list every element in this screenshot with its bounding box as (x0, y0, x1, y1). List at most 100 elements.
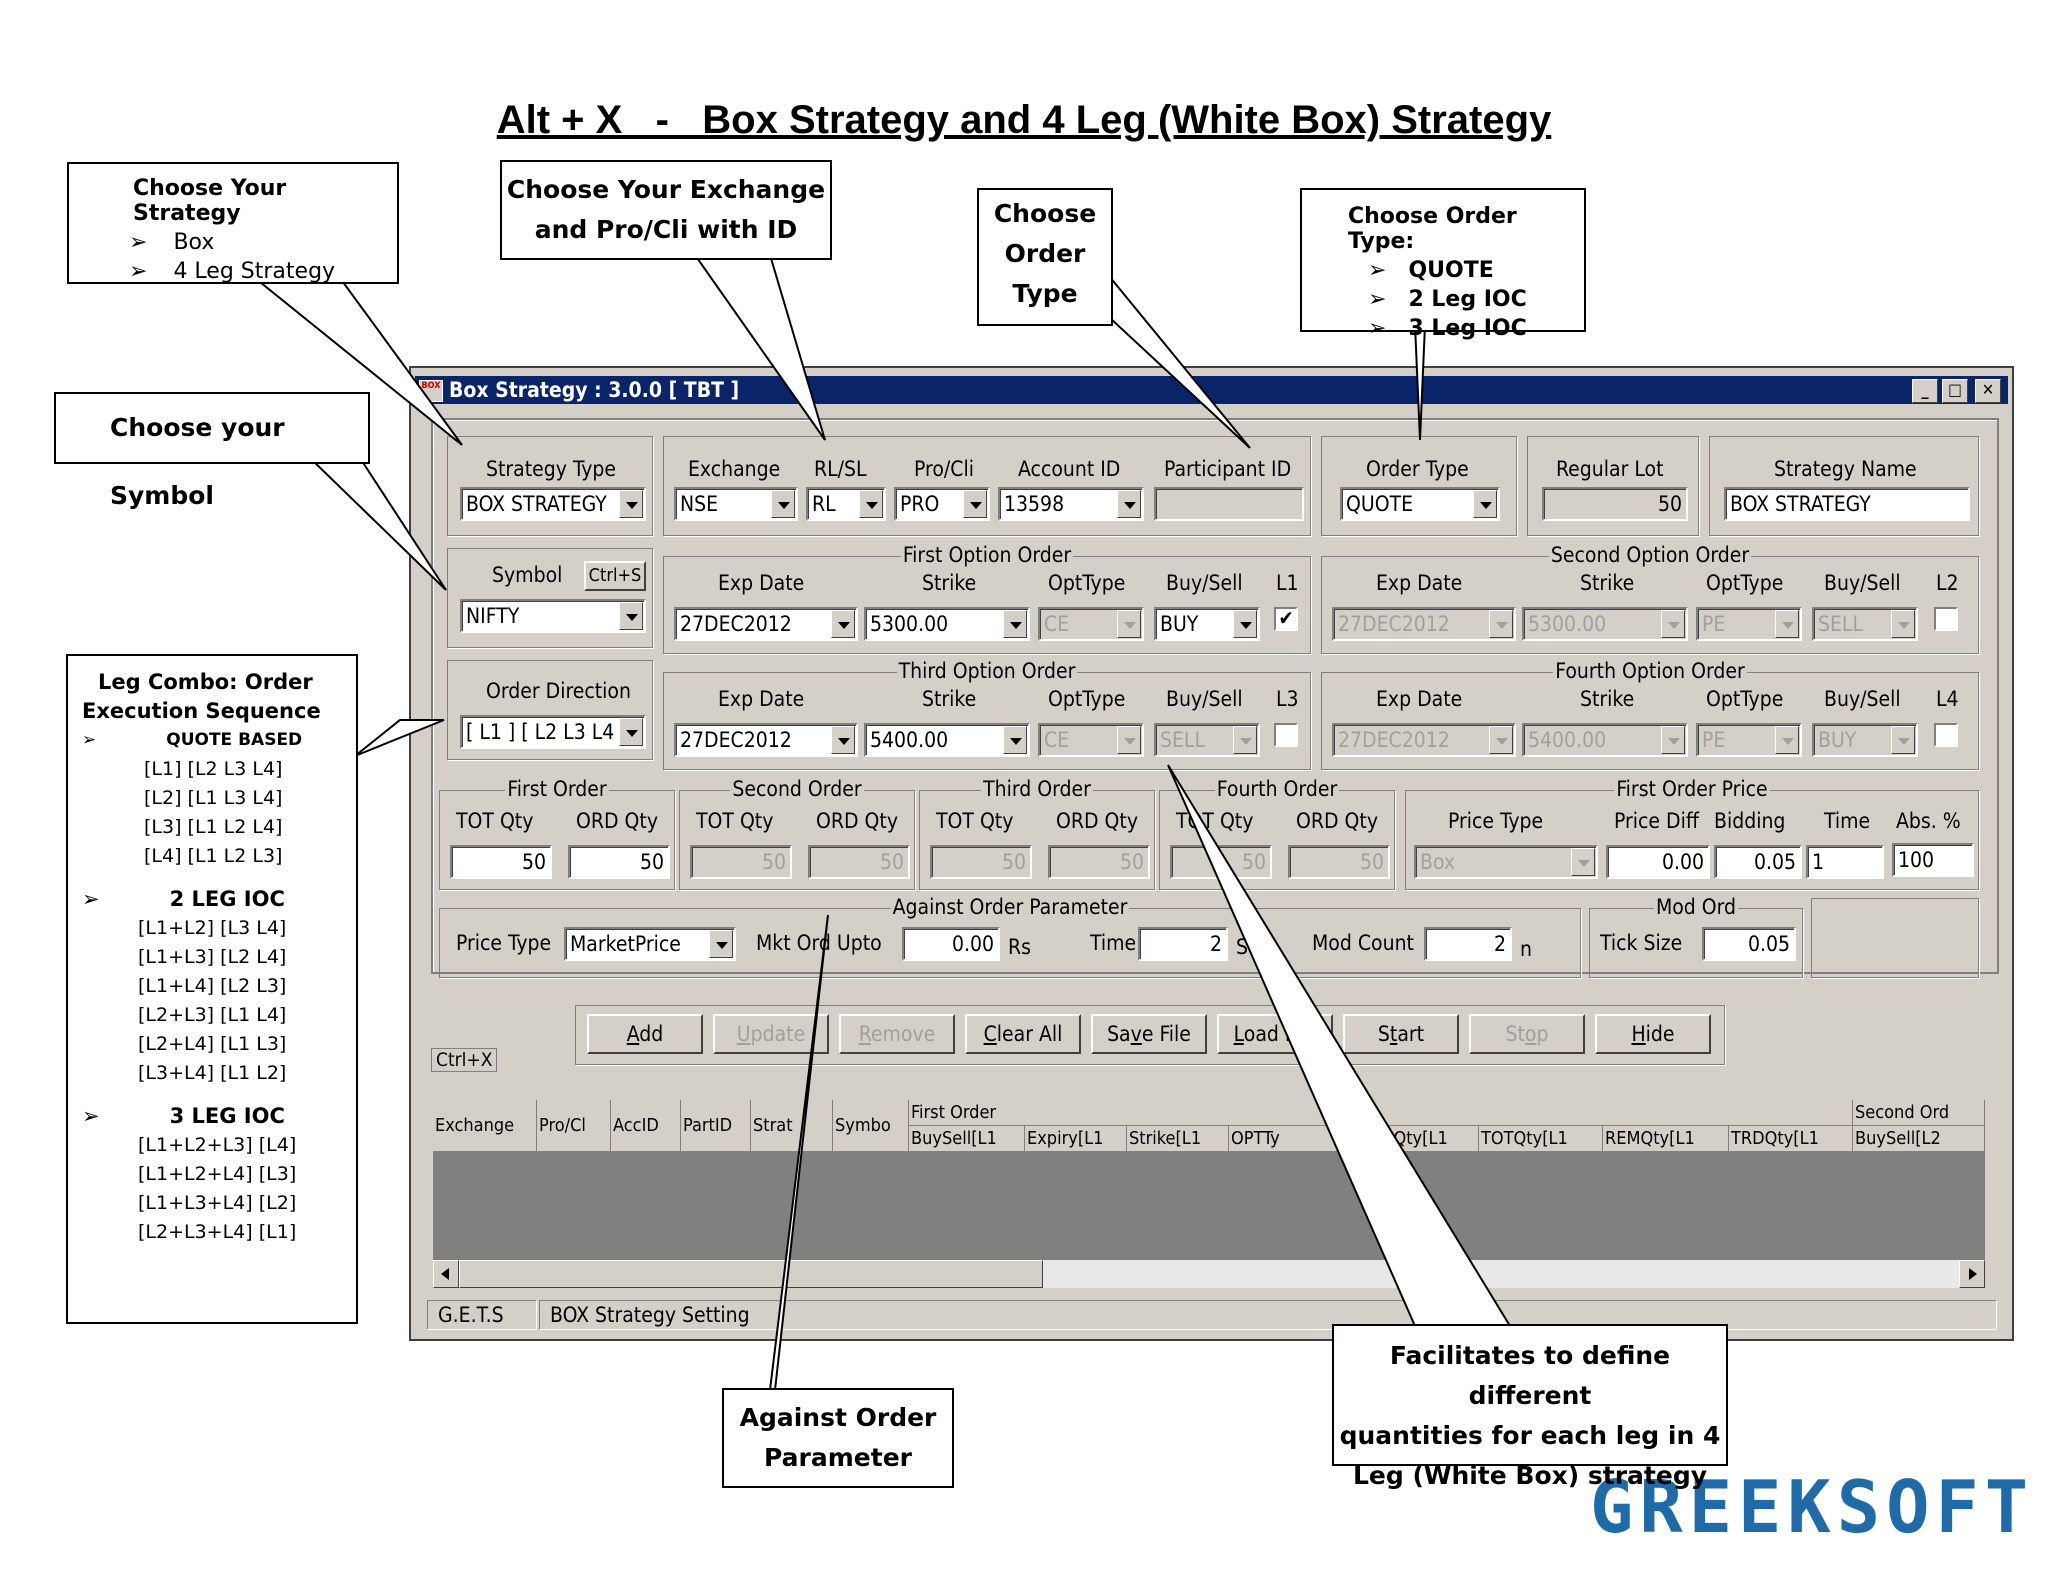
grid-header-strike-l1[interactable]: Strike[L1 (1127, 1126, 1229, 1152)
chevron-down-icon[interactable] (619, 718, 643, 746)
grid-header-buysell-l2[interactable]: BuySell[L2 (1853, 1126, 1985, 1152)
mkt-ord-upto-input[interactable]: 0.00 (902, 927, 1000, 961)
hide-button[interactable]: Hide (1595, 1014, 1711, 1054)
leg2-exp-date-select[interactable]: 27DEC2012 (1332, 607, 1516, 641)
price-diff-input[interactable]: 0.00 (1606, 845, 1710, 879)
grid-header-exchange[interactable]: Exchange (433, 1100, 537, 1152)
save-file-button[interactable]: Save File (1091, 1014, 1207, 1054)
chevron-down-icon[interactable] (859, 490, 883, 518)
grid-header-trdqty-l1[interactable]: TRDQty[L1 (1729, 1126, 1853, 1152)
fourth-order-ord-qty-input[interactable]: 50 (1288, 845, 1390, 879)
grid-header-buysell-l1[interactable]: BuySell[L1 (909, 1126, 1025, 1152)
leg3-exp-date-select[interactable]: 27DEC2012 (674, 723, 858, 757)
abs-percent-input[interactable]: 100 (1892, 843, 1974, 877)
leg4-opttype-select[interactable]: PE (1696, 723, 1802, 757)
symbol-shortcut-button[interactable]: Ctrl+S (584, 561, 646, 591)
rlsl-select[interactable]: RL (806, 487, 886, 521)
scroll-right-icon[interactable] (1959, 1260, 1985, 1288)
leg2-opttype-select[interactable]: PE (1696, 607, 1802, 641)
leg4-strike-select[interactable]: 5400.00 (1522, 723, 1688, 757)
symbol-select[interactable]: NIFTY (460, 599, 646, 633)
grid-header-ordqty-l1[interactable]: ORDQty[L1 (1355, 1126, 1479, 1152)
chevron-down-icon[interactable] (1775, 726, 1799, 754)
chevron-down-icon[interactable] (1003, 610, 1027, 638)
chevron-down-icon[interactable] (1233, 610, 1257, 638)
grid-header-expiry-l1[interactable]: Expiry[L1 (1025, 1126, 1127, 1152)
leg3-strike-select[interactable]: 5400.00 (864, 723, 1030, 757)
scroll-thumb[interactable] (459, 1260, 1043, 1288)
leg4-buysell-select[interactable]: BUY (1812, 723, 1918, 757)
leg3-buysell-select[interactable]: SELL (1154, 723, 1260, 757)
leg4-exp-date-select[interactable]: 27DEC2012 (1332, 723, 1516, 757)
chevron-down-icon[interactable] (1117, 610, 1141, 638)
chevron-down-icon[interactable] (619, 602, 643, 630)
chevron-down-icon[interactable] (771, 490, 795, 518)
fourth-order-tot-qty-input[interactable]: 50 (1170, 845, 1272, 879)
chevron-down-icon[interactable] (831, 610, 855, 638)
leg2-strike-select[interactable]: 5300.00 (1522, 607, 1688, 641)
third-order-tot-qty-input[interactable]: 50 (930, 845, 1032, 879)
grid-header-procli[interactable]: Pro/Cl (537, 1100, 611, 1152)
leg2-buysell-select[interactable]: SELL (1812, 607, 1918, 641)
chevron-down-icon[interactable] (1473, 490, 1497, 518)
chevron-down-icon[interactable] (1661, 610, 1685, 638)
scroll-left-icon[interactable] (433, 1260, 459, 1288)
chevron-down-icon[interactable] (1117, 490, 1141, 518)
against-price-type-select[interactable]: MarketPrice (564, 927, 736, 961)
grid-header-partid[interactable]: PartID (681, 1100, 751, 1152)
account-id-select[interactable]: 13598 (998, 487, 1144, 521)
chevron-down-icon[interactable] (831, 726, 855, 754)
tick-size-input[interactable]: 0.05 (1702, 927, 1796, 961)
chevron-down-icon[interactable] (1891, 726, 1915, 754)
first-order-ord-qty-input[interactable]: 50 (568, 845, 670, 879)
leg1-exp-date-select[interactable]: 27DEC2012 (674, 607, 858, 641)
grid-header-remqty-l1[interactable]: REMQty[L1 (1603, 1126, 1729, 1152)
horizontal-scrollbar[interactable] (433, 1260, 1985, 1288)
leg3-opttype-select[interactable]: CE (1038, 723, 1144, 757)
update-button[interactable]: Update (713, 1014, 829, 1054)
grid-header-symbol[interactable]: Symbo (833, 1100, 909, 1152)
clear-all-button[interactable]: Clear All (965, 1014, 1081, 1054)
mod-count-input[interactable]: 2 (1424, 927, 1512, 961)
grid-header-accid[interactable]: AccID (611, 1100, 681, 1152)
chevron-down-icon[interactable] (1003, 726, 1027, 754)
against-time-input[interactable]: 2 (1138, 927, 1228, 961)
leg1-checkbox[interactable]: ✔ (1274, 607, 1298, 631)
chevron-down-icon[interactable] (709, 930, 733, 958)
second-order-ord-qty-input[interactable]: 50 (808, 845, 910, 879)
close-icon[interactable]: ✕ (1975, 379, 2001, 403)
chevron-down-icon[interactable] (1571, 848, 1595, 876)
leg2-checkbox[interactable] (1934, 607, 1958, 631)
bidding-input[interactable]: 0.05 (1714, 845, 1802, 879)
remove-button[interactable]: Remove (839, 1014, 955, 1054)
procli-select[interactable]: PRO (894, 487, 990, 521)
chevron-down-icon[interactable] (619, 490, 643, 518)
exchange-select[interactable]: NSE (674, 487, 798, 521)
chevron-down-icon[interactable] (1891, 610, 1915, 638)
grid-header-opttype-l1[interactable]: OPTTy (1229, 1126, 1355, 1152)
chevron-down-icon[interactable] (1489, 610, 1513, 638)
order-direction-select[interactable]: [ L1 ] [ L2 L3 L4 ] (460, 715, 646, 749)
participant-id-field[interactable] (1154, 487, 1304, 521)
chevron-down-icon[interactable] (1233, 726, 1257, 754)
leg1-strike-select[interactable]: 5300.00 (864, 607, 1030, 641)
strategy-name-input[interactable]: BOX STRATEGY (1724, 487, 1970, 521)
add-button[interactable]: Add (587, 1014, 703, 1054)
load-file-button[interactable]: Load File (1217, 1014, 1333, 1054)
third-order-ord-qty-input[interactable]: 50 (1048, 845, 1150, 879)
chevron-down-icon[interactable] (1775, 610, 1799, 638)
order-type-select[interactable]: QUOTE (1340, 487, 1500, 521)
time-input[interactable]: 1 (1806, 845, 1884, 879)
start-button[interactable]: Start (1343, 1014, 1459, 1054)
orders-grid-body[interactable] (433, 1152, 1985, 1260)
leg1-buysell-select[interactable]: BUY (1154, 607, 1260, 641)
regular-lot-field[interactable]: 50 (1542, 487, 1688, 521)
chevron-down-icon[interactable] (1117, 726, 1141, 754)
strategy-type-select[interactable]: BOX STRATEGY (460, 487, 646, 521)
chevron-down-icon[interactable] (963, 490, 987, 518)
leg1-opttype-select[interactable]: CE (1038, 607, 1144, 641)
second-order-tot-qty-input[interactable]: 50 (690, 845, 792, 879)
grid-header-totqty-l1[interactable]: TOTQty[L1 (1479, 1126, 1603, 1152)
first-order-tot-qty-input[interactable]: 50 (450, 845, 552, 879)
minimize-icon[interactable]: _ (1912, 379, 1938, 403)
